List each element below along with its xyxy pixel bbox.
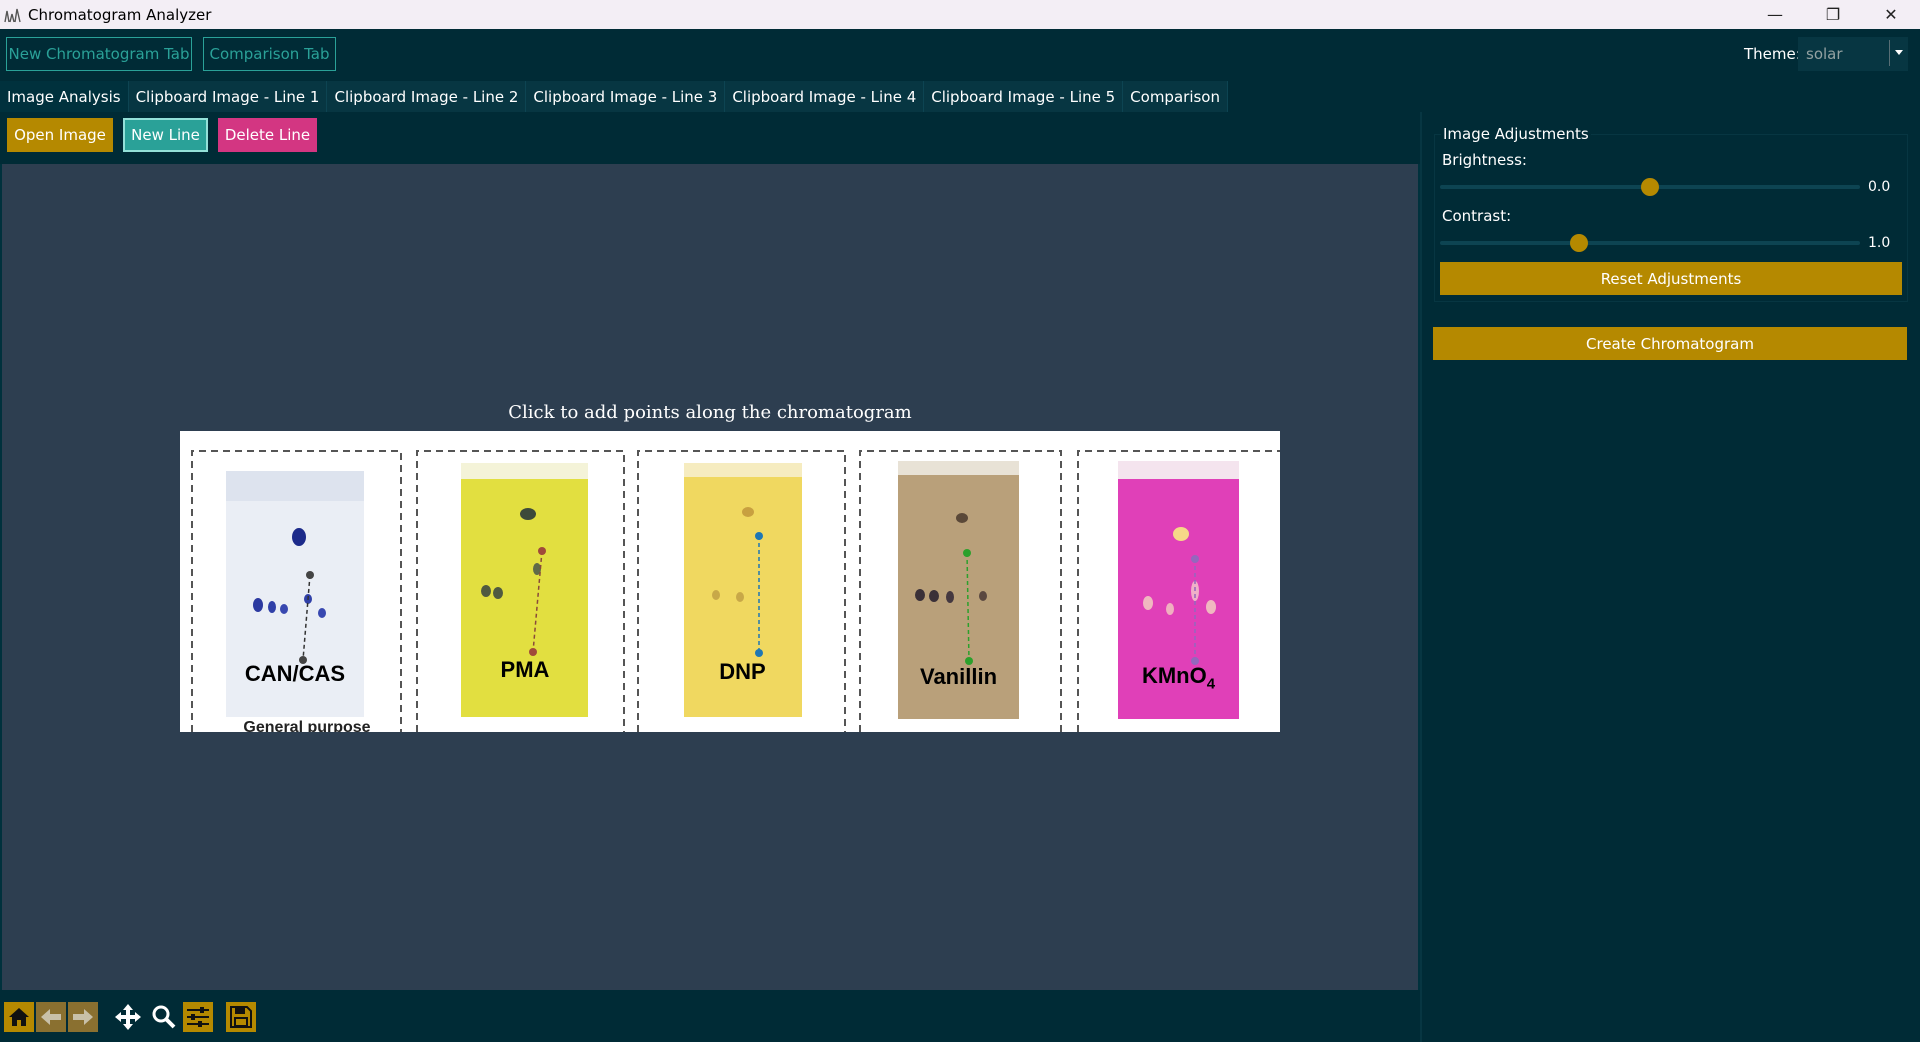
figure-caption-fragment: General purpose bbox=[243, 719, 371, 732]
top-toolbar: New Chromatogram Tab Comparison Tab Them… bbox=[0, 29, 1920, 81]
tab-clipboard-line-4[interactable]: Clipboard Image - Line 4 bbox=[725, 81, 925, 112]
tab-clipboard-line-1[interactable]: Clipboard Image - Line 1 bbox=[128, 81, 328, 112]
zoom-icon[interactable] bbox=[149, 1002, 179, 1032]
plot-canvas[interactable]: Click to add points along the chromatogr… bbox=[2, 164, 1418, 990]
adjustments-pane bbox=[1422, 112, 1920, 1042]
plot-title: Click to add points along the chromatogr… bbox=[508, 402, 912, 423]
image-adjustments-title: Image Adjustments bbox=[1441, 125, 1591, 143]
contrast-label: Contrast: bbox=[1442, 207, 1512, 225]
minimize-icon[interactable]: — bbox=[1746, 0, 1804, 29]
action-row: Open Image New Line Delete Line bbox=[0, 112, 1420, 164]
close-icon[interactable]: ✕ bbox=[1862, 0, 1920, 29]
open-image-button[interactable]: Open Image bbox=[7, 118, 113, 152]
save-icon[interactable] bbox=[226, 1002, 256, 1032]
new-line-button[interactable]: New Line bbox=[123, 118, 208, 152]
contrast-slider[interactable] bbox=[1440, 241, 1860, 245]
tab-clipboard-line-5[interactable]: Clipboard Image - Line 5 bbox=[924, 81, 1124, 112]
theme-select-value: solar bbox=[1806, 45, 1843, 63]
strip-label-kmno4-subscript: 4 bbox=[1206, 675, 1216, 693]
strip-label-vanillin: Vanillin bbox=[919, 664, 998, 689]
tab-image-analysis[interactable]: Image Analysis bbox=[0, 81, 129, 112]
contrast-value: 1.0 bbox=[1868, 235, 1891, 251]
strip-label-can-cas: CAN/CAS bbox=[244, 661, 346, 686]
back-icon[interactable] bbox=[36, 1002, 66, 1032]
configure-icon[interactable] bbox=[183, 1002, 213, 1032]
window-title: Chromatogram Analyzer bbox=[28, 5, 212, 24]
tab-clipboard-line-3[interactable]: Clipboard Image - Line 3 bbox=[526, 81, 726, 112]
strip-label-kmno4: KMnO4 bbox=[1118, 663, 1239, 692]
tab-bar: Image Analysis Clipboard Image - Line 1 … bbox=[0, 81, 1228, 112]
plot-toolbar bbox=[0, 990, 1420, 1042]
delete-line-button[interactable]: Delete Line bbox=[218, 118, 317, 152]
theme-label: Theme: bbox=[1744, 45, 1801, 63]
pan-icon[interactable] bbox=[113, 1002, 143, 1032]
forward-icon[interactable] bbox=[68, 1002, 98, 1032]
image-analysis-pane: Open Image New Line Delete Line Click to… bbox=[0, 112, 1422, 1042]
reset-adjustments-button[interactable]: Reset Adjustments bbox=[1440, 262, 1902, 295]
title-bar: Chromatogram Analyzer — ❐ ✕ bbox=[0, 0, 1920, 29]
brightness-slider-handle[interactable] bbox=[1641, 178, 1659, 196]
comparison-tab-button[interactable]: Comparison Tab bbox=[203, 37, 336, 71]
brightness-value: 0.0 bbox=[1868, 179, 1891, 195]
tab-comparison[interactable]: Comparison bbox=[1123, 81, 1228, 112]
new-chromatogram-tab-button[interactable]: New Chromatogram Tab bbox=[6, 37, 192, 71]
brightness-label: Brightness: bbox=[1442, 151, 1527, 169]
home-icon[interactable] bbox=[4, 1002, 34, 1032]
app-logo-icon bbox=[4, 8, 21, 22]
strip-label-dnp: DNP bbox=[719, 659, 766, 684]
chevron-down-icon[interactable] bbox=[1889, 40, 1908, 66]
tab-clipboard-line-2[interactable]: Clipboard Image - Line 2 bbox=[327, 81, 527, 112]
chromatogram-image[interactable]: CAN/CAS PMA DNP Vanillin KMnO4 General p… bbox=[180, 431, 1280, 732]
theme-select[interactable]: solar bbox=[1798, 37, 1908, 71]
strip-label-kmno4-text: KMnO bbox=[1141, 663, 1207, 688]
strip-label-pma: PMA bbox=[500, 657, 550, 682]
contrast-slider-handle[interactable] bbox=[1569, 234, 1588, 252]
restore-icon[interactable]: ❐ bbox=[1804, 0, 1862, 29]
create-chromatogram-button[interactable]: Create Chromatogram bbox=[1433, 327, 1907, 360]
